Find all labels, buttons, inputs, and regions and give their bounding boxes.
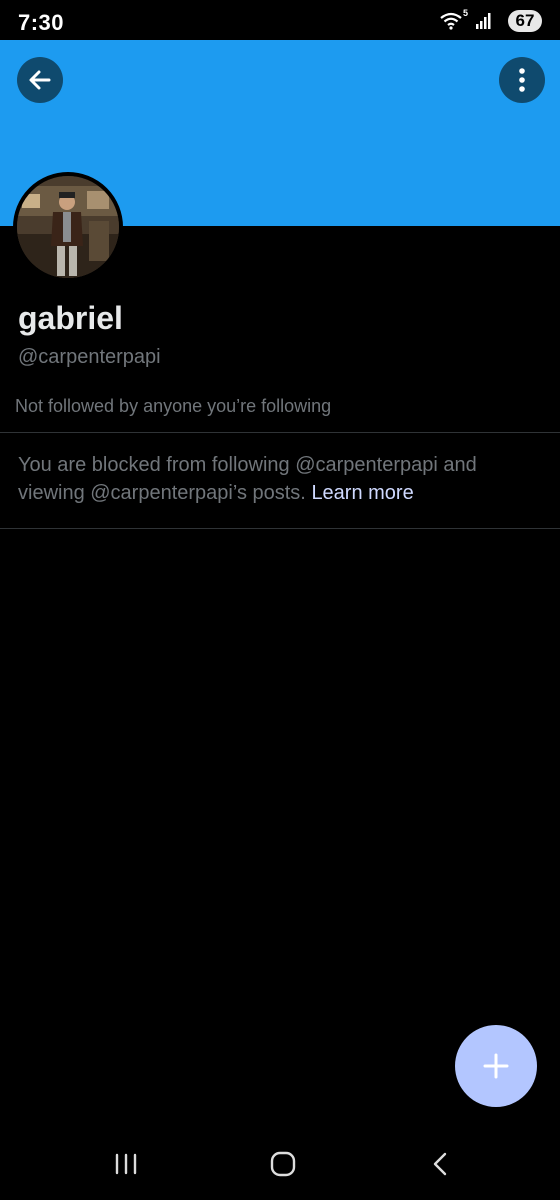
blocked-notice: You are blocked from following @carpente… xyxy=(18,451,538,507)
battery-indicator: 67 xyxy=(508,10,542,32)
back-button[interactable] xyxy=(17,57,63,103)
profile-screen: 7:30 5 67 gabriel @carpenterpapi Not fol… xyxy=(0,0,560,1200)
plus-icon xyxy=(483,1053,509,1079)
more-options-button[interactable] xyxy=(499,57,545,103)
status-bar: 7:30 5 67 xyxy=(0,0,560,40)
more-vertical-icon xyxy=(519,68,525,92)
home-button[interactable] xyxy=(263,1148,303,1180)
learn-more-link[interactable]: Learn more xyxy=(311,482,413,504)
profile-avatar[interactable] xyxy=(13,172,123,282)
system-nav-bar xyxy=(0,1128,560,1200)
signal-icon xyxy=(476,13,491,29)
system-back-button[interactable] xyxy=(420,1148,460,1180)
compose-button[interactable] xyxy=(455,1025,537,1107)
followed-by-text: Not followed by anyone you’re following xyxy=(15,396,332,416)
recent-apps-icon xyxy=(115,1153,137,1175)
avatar-photo xyxy=(17,176,119,278)
display-name: gabriel xyxy=(18,300,123,336)
divider-bottom xyxy=(0,528,560,529)
back-icon xyxy=(433,1152,447,1176)
wifi-icon xyxy=(440,12,462,30)
status-icons: 5 67 xyxy=(402,8,542,32)
wifi-band-label: 5 xyxy=(462,8,468,18)
home-icon xyxy=(270,1151,296,1177)
arrow-left-icon xyxy=(29,70,51,90)
recent-apps-button[interactable] xyxy=(106,1148,146,1180)
status-time: 7:30 xyxy=(18,10,65,35)
profile-handle: @carpenterpapi xyxy=(18,346,161,368)
divider-top xyxy=(0,432,560,433)
